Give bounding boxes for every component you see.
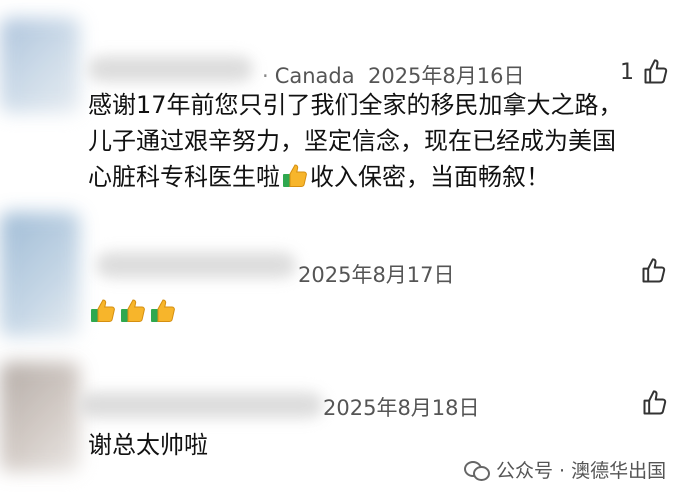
avatar[interactable] bbox=[0, 18, 80, 113]
thumbs-up-outline-icon bbox=[640, 257, 668, 285]
thumbs-up-icon bbox=[281, 162, 309, 190]
username-blurred[interactable] bbox=[96, 252, 296, 278]
watermark: 公众号 · 澳德华出国 bbox=[464, 456, 666, 483]
comment-date: 2025年8月16日 bbox=[367, 64, 525, 88]
username-blurred[interactable] bbox=[88, 56, 253, 82]
comment-text-segment: 收入保密，当面畅叙！ bbox=[310, 163, 550, 191]
watermark-text: 公众号 · 澳德华出国 bbox=[496, 460, 667, 482]
wechat-icon bbox=[464, 459, 490, 481]
avatar[interactable] bbox=[0, 362, 80, 472]
like-button[interactable]: 1 bbox=[620, 58, 670, 86]
comment-location: Canada bbox=[274, 64, 355, 88]
comment-date: 2025年8月17日 bbox=[298, 263, 455, 287]
like-button[interactable] bbox=[640, 257, 668, 285]
thumbs-up-icon bbox=[89, 297, 117, 325]
comment-text: 感谢17年前您只引了我们全家的移民加拿大之路， 儿子通过艰辛努力，坚定信念，现在… bbox=[88, 87, 623, 195]
comment-date: 2025年8月18日 bbox=[323, 396, 480, 420]
comment-text bbox=[88, 294, 178, 330]
thumbs-up-outline-icon bbox=[641, 389, 669, 417]
thumbs-up-icon bbox=[119, 297, 147, 325]
comment-text-segment: 心脏科专科医生啦 bbox=[88, 163, 280, 191]
comment-text: 谢总太帅啦 bbox=[88, 431, 208, 459]
meta-separator: · bbox=[262, 64, 269, 88]
comment-meta: · Canada 2025年8月16日 bbox=[262, 60, 525, 90]
thumbs-up-icon bbox=[149, 297, 177, 325]
comment-text-line: 儿子通过艰辛努力，坚定信念，现在已经成为美国 bbox=[88, 127, 616, 155]
username-blurred[interactable] bbox=[78, 392, 323, 418]
thumbs-up-outline-icon bbox=[642, 58, 670, 86]
like-button[interactable] bbox=[641, 389, 669, 417]
comment-text-line: 感谢17年前您只引了我们全家的移民加拿大之路， bbox=[88, 91, 623, 119]
like-count: 1 bbox=[620, 59, 634, 85]
comment-text-line: 心脏科专科医生啦 收入保密，当面畅叙！ bbox=[88, 159, 623, 195]
avatar[interactable] bbox=[0, 212, 80, 337]
